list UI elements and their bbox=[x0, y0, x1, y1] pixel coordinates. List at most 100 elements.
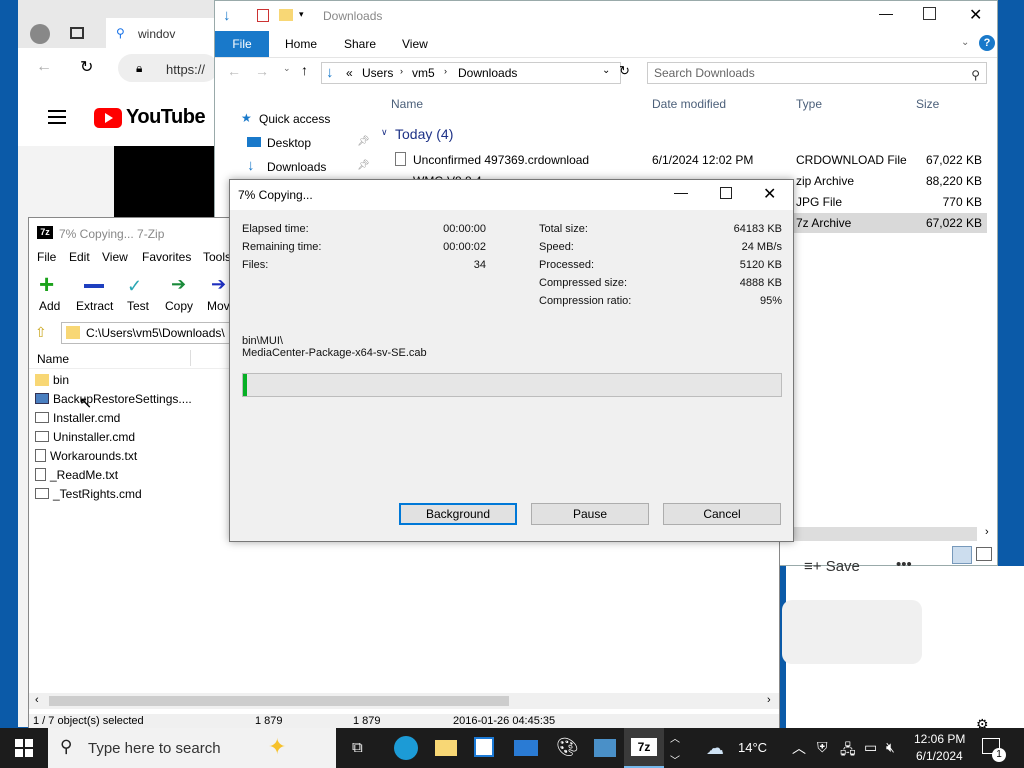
tab-view[interactable]: View bbox=[402, 31, 428, 57]
column-size[interactable]: Size bbox=[916, 97, 939, 111]
new-folder-icon[interactable] bbox=[279, 9, 293, 21]
move-icon[interactable]: ➔ bbox=[211, 274, 226, 295]
list-item[interactable]: _TestRights.cmd bbox=[35, 484, 142, 503]
ribbon-expand-icon[interactable]: ⌄ bbox=[961, 37, 969, 48]
group-collapse-icon[interactable]: ∨ bbox=[381, 127, 388, 138]
nav-quick-access[interactable]: Quick access bbox=[259, 112, 330, 126]
forward-icon[interactable]: → bbox=[255, 63, 269, 79]
column-name[interactable]: Name bbox=[37, 352, 69, 366]
horizontal-scrollbar[interactable]: ‹ › bbox=[29, 693, 779, 709]
close-button[interactable]: ✕ bbox=[969, 5, 982, 25]
test-icon[interactable]: ✓ bbox=[127, 276, 142, 297]
taskbar-scroll-down-icon[interactable]: ﹀ bbox=[670, 752, 680, 767]
up-icon[interactable]: ↑ bbox=[301, 62, 308, 78]
scroll-left-icon[interactable]: ‹ bbox=[35, 694, 39, 706]
column-name[interactable]: Name bbox=[391, 97, 423, 111]
maximize-button[interactable] bbox=[923, 7, 936, 20]
menu-edit[interactable]: Edit bbox=[69, 250, 90, 264]
horizontal-scrollbar[interactable] bbox=[781, 527, 977, 541]
volume-muted-icon[interactable]: 🔇︎ bbox=[886, 739, 895, 756]
tab-home[interactable]: Home bbox=[285, 31, 317, 57]
add-button[interactable]: Add bbox=[39, 299, 60, 313]
clock-date[interactable]: 6/1/2024 bbox=[916, 749, 963, 763]
save-button[interactable]: ≡+ Save bbox=[804, 558, 860, 575]
move-button[interactable]: Mov bbox=[207, 299, 230, 313]
breadcrumb-overflow[interactable]: « bbox=[346, 66, 353, 80]
address-bar[interactable]: 🔒︎ https:// bbox=[118, 54, 218, 82]
background-button[interactable]: Background bbox=[399, 503, 517, 525]
menu-file[interactable]: File bbox=[37, 250, 56, 264]
taskbar-scroll-up-icon[interactable]: ︿ bbox=[670, 730, 680, 745]
add-icon[interactable]: + bbox=[39, 271, 54, 297]
sevenzip-taskbar-button[interactable]: 7z bbox=[624, 728, 664, 768]
search-input[interactable]: Search Downloads ⚲ bbox=[647, 62, 987, 84]
nav-downloads[interactable]: Downloads bbox=[267, 160, 326, 174]
back-icon[interactable]: ← bbox=[36, 58, 52, 76]
menu-tools[interactable]: Tools bbox=[203, 250, 231, 264]
list-item[interactable]: Installer.cmd bbox=[35, 408, 120, 427]
edge-icon[interactable] bbox=[394, 736, 418, 760]
video-thumbnail[interactable] bbox=[114, 146, 218, 226]
tab-actions-icon[interactable] bbox=[70, 27, 84, 39]
tablet-icon[interactable]: ▭ bbox=[864, 739, 877, 756]
pause-button[interactable]: Pause bbox=[531, 503, 649, 525]
list-item[interactable]: Uninstaller.cmd bbox=[35, 427, 135, 446]
column-type[interactable]: Type bbox=[796, 97, 822, 111]
group-header-today[interactable]: Today (4) bbox=[395, 126, 453, 142]
copy-icon[interactable]: ➔ bbox=[171, 274, 186, 295]
details-view-icon[interactable] bbox=[952, 546, 972, 564]
profile-avatar[interactable] bbox=[30, 24, 50, 44]
back-icon[interactable]: ← bbox=[227, 63, 241, 79]
comment-box[interactable] bbox=[782, 600, 922, 664]
menu-icon[interactable] bbox=[48, 110, 66, 112]
properties-icon[interactable] bbox=[257, 9, 269, 22]
more-icon[interactable]: ••• bbox=[896, 556, 912, 573]
notepad-icon[interactable] bbox=[594, 739, 616, 757]
scroll-right-icon[interactable]: › bbox=[767, 694, 771, 706]
file-explorer-icon[interactable] bbox=[435, 740, 457, 756]
list-item[interactable]: bin bbox=[35, 370, 69, 389]
weather-text[interactable]: 14°C bbox=[738, 740, 767, 755]
menu-favorites[interactable]: Favorites bbox=[142, 250, 191, 264]
file-row[interactable]: Unconfirmed 497369.crdownload 6/1/2024 1… bbox=[381, 150, 987, 170]
close-button[interactable]: ✕ bbox=[763, 184, 776, 204]
breadcrumb-downloads[interactable]: Downloads bbox=[458, 66, 517, 80]
large-icons-view-icon[interactable] bbox=[976, 547, 992, 561]
show-hidden-icons-icon[interactable]: ︿ bbox=[792, 738, 806, 758]
scrollbar-thumb[interactable] bbox=[49, 696, 509, 706]
refresh-icon[interactable]: ↻ bbox=[80, 57, 93, 77]
up-folder-icon[interactable]: ⇧ bbox=[35, 324, 47, 341]
extract-icon[interactable] bbox=[84, 284, 104, 288]
breadcrumb-users[interactable]: Users bbox=[362, 66, 393, 80]
minimize-button[interactable]: — bbox=[674, 184, 688, 200]
maximize-button[interactable] bbox=[720, 187, 732, 199]
recent-dropdown-icon[interactable]: ⌄ bbox=[283, 63, 291, 74]
mail-icon[interactable] bbox=[514, 740, 538, 756]
cloud-weather-icon[interactable]: ☁ bbox=[706, 738, 724, 759]
tab-file[interactable]: File bbox=[215, 31, 269, 57]
youtube-logo[interactable]: YouTube bbox=[94, 106, 206, 129]
tab-share[interactable]: Share bbox=[344, 31, 376, 57]
scroll-right-icon[interactable]: › bbox=[985, 526, 989, 538]
browser-tab[interactable]: ⚲ windov bbox=[106, 18, 218, 48]
menu-view[interactable]: View bbox=[102, 250, 128, 264]
path-dropdown-icon[interactable]: ⌄ bbox=[602, 65, 610, 76]
breadcrumb-vm5[interactable]: vm5 bbox=[412, 66, 435, 80]
column-date-modified[interactable]: Date modified bbox=[652, 97, 726, 111]
extract-button[interactable]: Extract bbox=[76, 299, 113, 313]
start-button[interactable] bbox=[15, 739, 33, 757]
minimize-button[interactable]: — bbox=[879, 5, 893, 21]
address-bar[interactable]: ↓ « Users › vm5 › Downloads ⌄ bbox=[321, 62, 621, 84]
taskbar-search-input[interactable]: ⚲ Type here to search ✦ bbox=[48, 728, 336, 768]
list-item[interactable]: _ReadMe.txt bbox=[35, 465, 118, 484]
task-view-icon[interactable]: ⧉ bbox=[352, 739, 363, 756]
column-divider[interactable] bbox=[190, 350, 191, 366]
copy-button[interactable]: Copy bbox=[165, 299, 193, 313]
list-item[interactable]: Workarounds.txt bbox=[35, 446, 137, 465]
paint-icon[interactable]: 🎨︎ bbox=[556, 737, 579, 758]
help-icon[interactable]: ? bbox=[979, 35, 995, 51]
test-button[interactable]: Test bbox=[127, 299, 149, 313]
network-icon[interactable]: 🖧︎ bbox=[840, 739, 856, 763]
nav-desktop[interactable]: Desktop bbox=[267, 136, 311, 150]
clock-time[interactable]: 12:06 PM bbox=[914, 732, 965, 746]
